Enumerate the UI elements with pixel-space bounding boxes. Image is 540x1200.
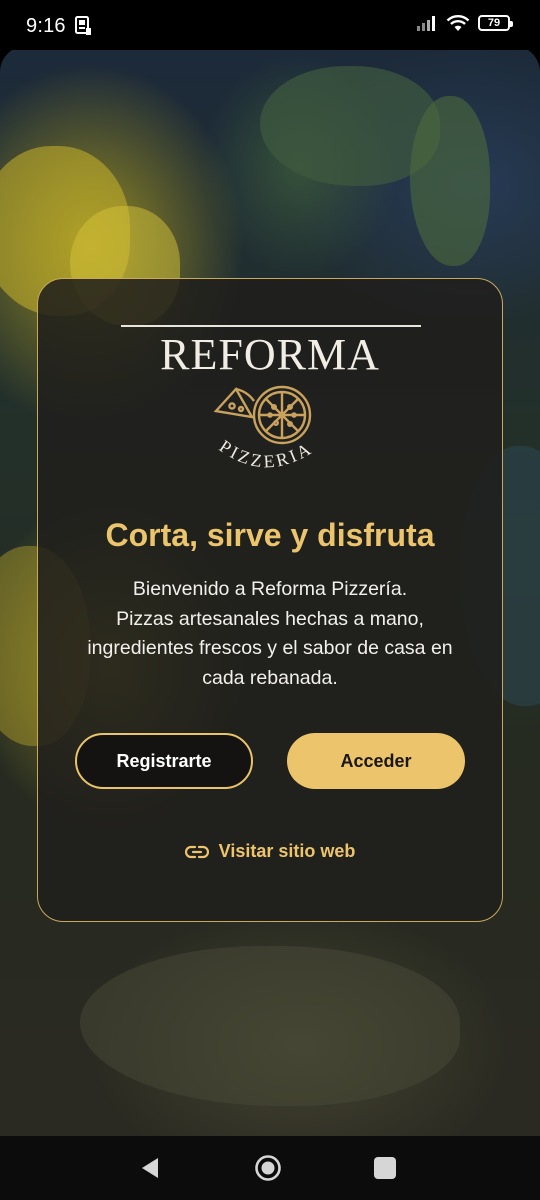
brand-logo: REFORMA PIZZERIA xyxy=(38,319,502,479)
register-button[interactable]: Registrarte xyxy=(75,733,253,789)
home-icon[interactable] xyxy=(254,1154,282,1182)
login-button-label: Acceder xyxy=(340,750,412,771)
wifi-icon xyxy=(446,15,470,31)
description-line: Pizzas artesanales hechas a mano, xyxy=(116,607,424,630)
description-line: ingredientes frescos y el sabor de casa … xyxy=(87,637,453,659)
status-bar: 9:16 79 xyxy=(0,0,540,50)
welcome-description: Bienvenido a Reforma Pizzería. Pizzas ar… xyxy=(58,575,482,693)
status-icons: 79 xyxy=(416,14,513,32)
logo-divider xyxy=(121,325,421,327)
login-button[interactable]: Acceder xyxy=(287,733,465,789)
status-time: 9:16 xyxy=(26,15,66,37)
notification-icon xyxy=(75,16,91,35)
visit-website-label: Visitar sitio web xyxy=(218,841,356,861)
recents-icon[interactable] xyxy=(374,1157,396,1179)
visit-website-link[interactable]: Visitar sitio web xyxy=(38,841,502,862)
battery-level: 79 xyxy=(487,17,501,29)
welcome-headline: Corta, sirve y disfruta xyxy=(105,517,435,553)
logo-subtitle-text: PIZZERIA xyxy=(216,436,317,472)
background-leaf xyxy=(410,96,490,266)
navigation-bar xyxy=(0,1136,540,1200)
back-icon[interactable] xyxy=(140,1156,160,1180)
welcome-card: REFORMA PIZZERIA Corta, sirve y disfruta… xyxy=(37,278,503,922)
background-leaf xyxy=(80,946,460,1106)
description-line: Bienvenido a Reforma Pizzería. xyxy=(132,578,408,600)
link-icon xyxy=(184,845,209,858)
signal-icon xyxy=(417,16,435,31)
register-button-label: Registrarte xyxy=(116,750,212,771)
battery-icon: 79 xyxy=(478,15,513,31)
app-screen: 9:16 79 REFORMA PIZZERIA Corta, sirve y … xyxy=(0,0,540,1200)
description-line: cada rebanada. xyxy=(202,666,338,689)
logo-subtitle: PIZZERIA xyxy=(216,436,317,472)
